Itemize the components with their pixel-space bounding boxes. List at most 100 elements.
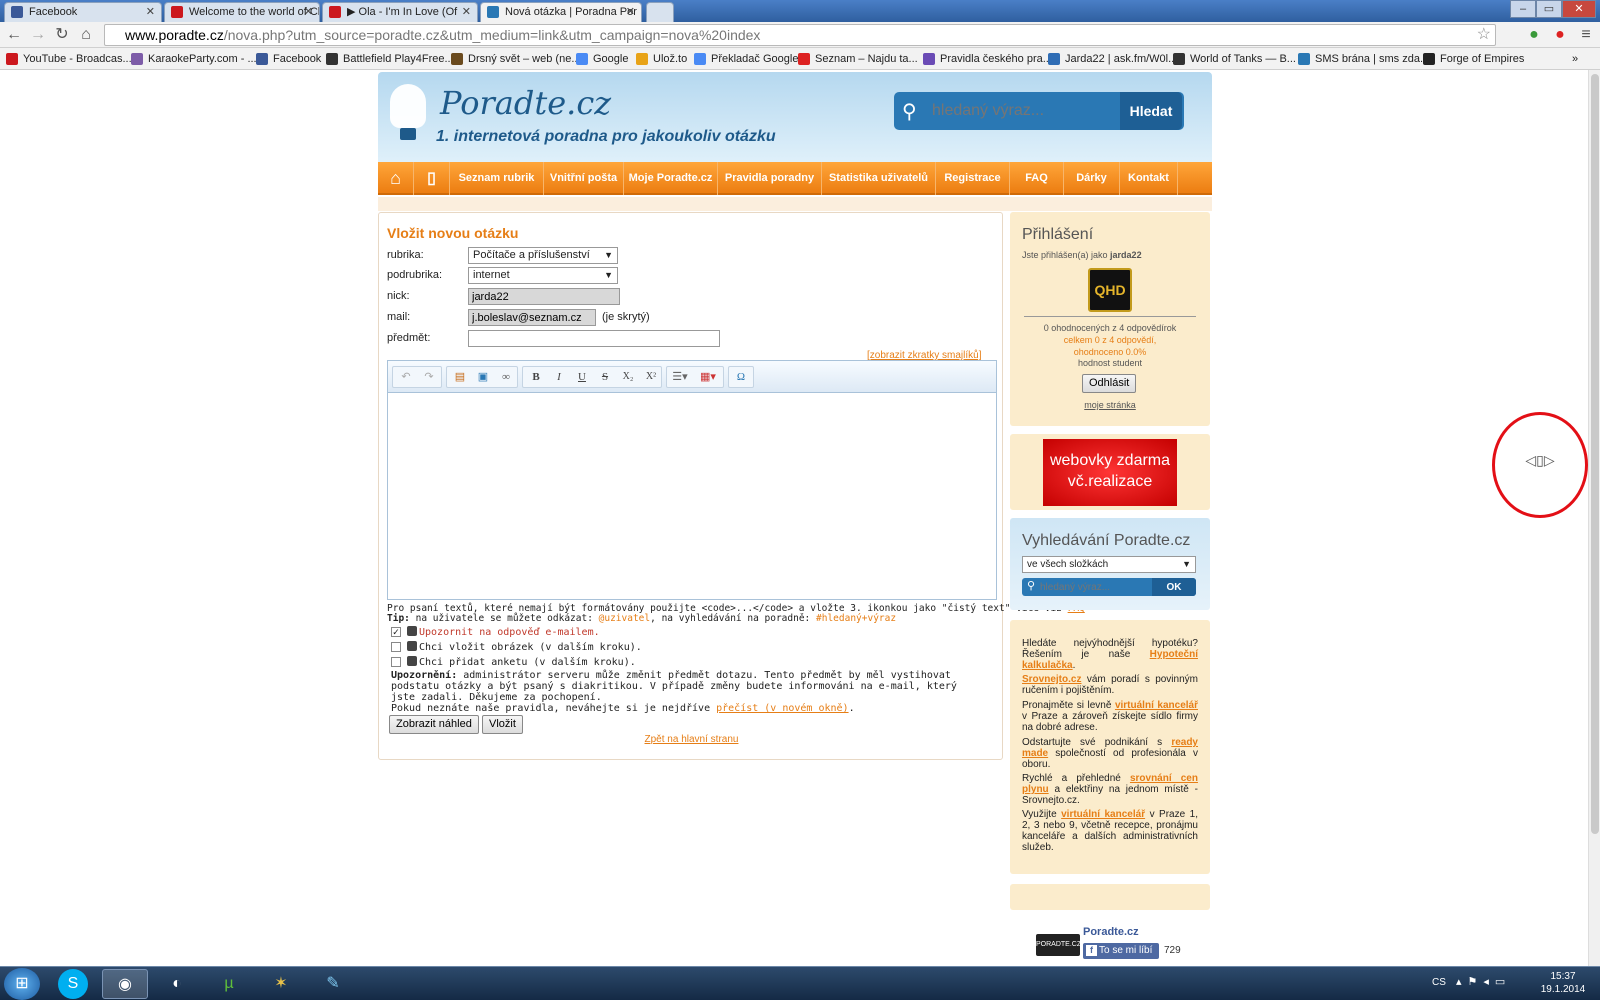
add-image-checkbox[interactable]	[391, 642, 401, 652]
submit-button[interactable]: Vložit	[482, 715, 523, 734]
tray-icons[interactable]: ▴⚑◂▭	[1456, 975, 1511, 988]
scrollbar-thumb[interactable]	[1591, 74, 1599, 834]
strike-icon[interactable]: S	[594, 367, 616, 387]
podrubrika-select[interactable]: internet ▼	[468, 267, 618, 284]
clock[interactable]: 15:37 19.1.2014	[1538, 970, 1588, 996]
menu-item-moje-poradte[interactable]: Moje Poradte.cz	[624, 162, 718, 195]
fb-like-button[interactable]: f To se mi líbí	[1083, 943, 1159, 959]
maximize-button[interactable]: ▭	[1536, 0, 1562, 18]
header-search-button[interactable]: Hledat	[1120, 92, 1182, 130]
start-button[interactable]: ⊞	[4, 968, 40, 1000]
tab-facebook[interactable]: Facebook ✕	[4, 2, 162, 22]
logout-button[interactable]: Odhlásit	[1082, 374, 1137, 393]
back-home-link[interactable]: Zpět na hlavní stranu	[379, 734, 1004, 745]
menu-item-kontakt[interactable]: Kontakt	[1120, 162, 1178, 195]
chrome-icon[interactable]: ◉	[102, 969, 148, 999]
menu-item-faq[interactable]: FAQ	[1010, 162, 1064, 195]
site-logo[interactable]: Poradte.cz	[440, 84, 611, 122]
close-window-button[interactable]: ✕	[1562, 0, 1596, 18]
bookmark-item[interactable]: World of Tanks — B...	[1173, 51, 1296, 67]
menu-item-darky[interactable]: Dárky	[1064, 162, 1120, 195]
forward-arrow-icon[interactable]: →	[28, 25, 48, 45]
bookmark-item[interactable]: Jarda22 | ask.fm/W0l...	[1048, 51, 1177, 67]
list-icon[interactable]: ☰▾	[669, 367, 691, 387]
bookmark-item[interactable]: YouTube - Broadcas...	[6, 51, 132, 67]
bookmark-item[interactable]: Facebook	[256, 51, 321, 67]
menu-icon[interactable]: ≡	[1576, 25, 1596, 45]
menu-item-statistika[interactable]: Statistika uživatelů	[822, 162, 936, 195]
fb-page-name[interactable]: Poradte.cz	[1083, 926, 1139, 938]
bookmark-item[interactable]: KaraokeParty.com - ...	[131, 51, 257, 67]
promo-link[interactable]: virtuální kancelář	[1061, 809, 1145, 820]
bold-icon[interactable]: B	[525, 367, 547, 387]
paste-text-icon[interactable]: ▤	[449, 367, 471, 387]
add-poll-checkbox[interactable]	[391, 657, 401, 667]
close-icon[interactable]: ✕	[626, 3, 635, 21]
bookmark-item[interactable]: Battlefield Play4Free...	[326, 51, 454, 67]
address-bar[interactable]: www.poradte.cz/nova.php?utm_source=porad…	[104, 24, 1496, 46]
language-indicator[interactable]: CS	[1432, 977, 1446, 988]
steam-icon[interactable]: ◐	[154, 969, 200, 999]
bookmark-item[interactable]: Drsný svět – web (ne...	[451, 51, 581, 67]
bookmark-item[interactable]: SMS brána | sms zda...	[1298, 51, 1429, 67]
avatar[interactable]: QHD	[1088, 268, 1132, 312]
tab-youtube-1[interactable]: Welcome to the world of Ch ✕	[164, 2, 320, 22]
bookmark-item[interactable]: Forge of Empires	[1423, 51, 1524, 67]
mobile-icon[interactable]: ▯	[414, 162, 450, 195]
extension-icon[interactable]: ●	[1524, 25, 1544, 45]
underline-icon[interactable]: U	[571, 367, 593, 387]
redo-icon[interactable]: ↷	[418, 367, 440, 387]
table-icon[interactable]: ▦▾	[697, 367, 719, 387]
close-icon[interactable]: ✕	[462, 3, 471, 21]
rubrika-select[interactable]: Počítače a příslušenství ▼	[468, 247, 618, 264]
editor-text-area[interactable]	[388, 394, 996, 599]
tab-poradte[interactable]: Nová otázka | Poradna Por ✕	[480, 2, 642, 22]
close-icon[interactable]: ✕	[146, 3, 155, 21]
star-icon[interactable]: ☆	[1477, 25, 1491, 45]
undo-icon[interactable]: ↶	[395, 367, 417, 387]
link-icon[interactable]: ∞	[495, 367, 517, 387]
promo-link[interactable]: virtuální kancelář	[1115, 700, 1198, 711]
subject-input[interactable]	[468, 330, 720, 347]
italic-icon[interactable]: I	[548, 367, 570, 387]
menu-item-registrace[interactable]: Registrace	[936, 162, 1010, 195]
read-rules-link[interactable]: přečíst (v novém okně)	[716, 703, 848, 714]
skype-icon[interactable]: S	[58, 969, 88, 999]
email-notify-checkbox[interactable]: ✓	[391, 627, 401, 637]
my-page-link[interactable]: moje stránka	[1010, 400, 1210, 410]
header-search-input[interactable]	[932, 100, 1112, 122]
omega-icon[interactable]: Ω	[730, 367, 752, 387]
tab-youtube-2[interactable]: ▶ Ola - I'm In Love (Of ✕	[322, 2, 478, 22]
home-icon[interactable]: ⌂	[76, 25, 96, 45]
new-tab-button[interactable]	[646, 2, 674, 22]
ad-banner[interactable]: webovky zdarma vč.realizace	[1043, 439, 1177, 506]
utorrent-icon[interactable]: µ	[206, 969, 252, 999]
close-icon[interactable]: ✕	[304, 3, 313, 21]
side-search-input[interactable]	[1040, 580, 1150, 594]
side-search-button[interactable]: OK	[1152, 578, 1196, 596]
menu-item-vnitrni-posta[interactable]: Vnitřní pošta	[544, 162, 624, 195]
menu-item-pravidla[interactable]: Pravidla poradny	[718, 162, 822, 195]
back-arrow-icon[interactable]: ←	[4, 25, 24, 45]
game-icon[interactable]: ✶	[258, 969, 304, 999]
bookmark-item[interactable]: Seznam – Najdu ta...	[798, 51, 918, 67]
preview-button[interactable]: Zobrazit náhled	[389, 715, 479, 734]
mail-field[interactable]	[468, 309, 596, 326]
promo-link[interactable]: Srovnejto.cz	[1022, 674, 1081, 685]
home-icon[interactable]: ⌂	[378, 162, 414, 195]
image-icon[interactable]: ▣	[472, 367, 494, 387]
bookmark-item[interactable]: Pravidla českého pra...	[923, 51, 1052, 67]
reload-icon[interactable]: ↻	[52, 25, 72, 45]
paint-icon[interactable]: ✎	[310, 969, 356, 999]
adblock-icon[interactable]: ●	[1550, 25, 1570, 45]
side-search-scope-select[interactable]: ve všech složkách ▼	[1022, 556, 1196, 573]
minimize-button[interactable]: –	[1510, 0, 1536, 18]
poradte-fb-logo[interactable]: PORADTE.CZ	[1036, 934, 1081, 956]
vertical-scrollbar[interactable]	[1588, 70, 1600, 966]
bookmark-item[interactable]: Překladač Google	[694, 51, 798, 67]
bookmarks-overflow[interactable]: »	[1572, 51, 1578, 67]
bookmark-item[interactable]: Google	[576, 51, 628, 67]
bookmark-item[interactable]: Ulož.to	[636, 51, 687, 67]
nick-field[interactable]	[468, 288, 620, 305]
menu-item-seznam-rubrik[interactable]: Seznam rubrik	[450, 162, 544, 195]
